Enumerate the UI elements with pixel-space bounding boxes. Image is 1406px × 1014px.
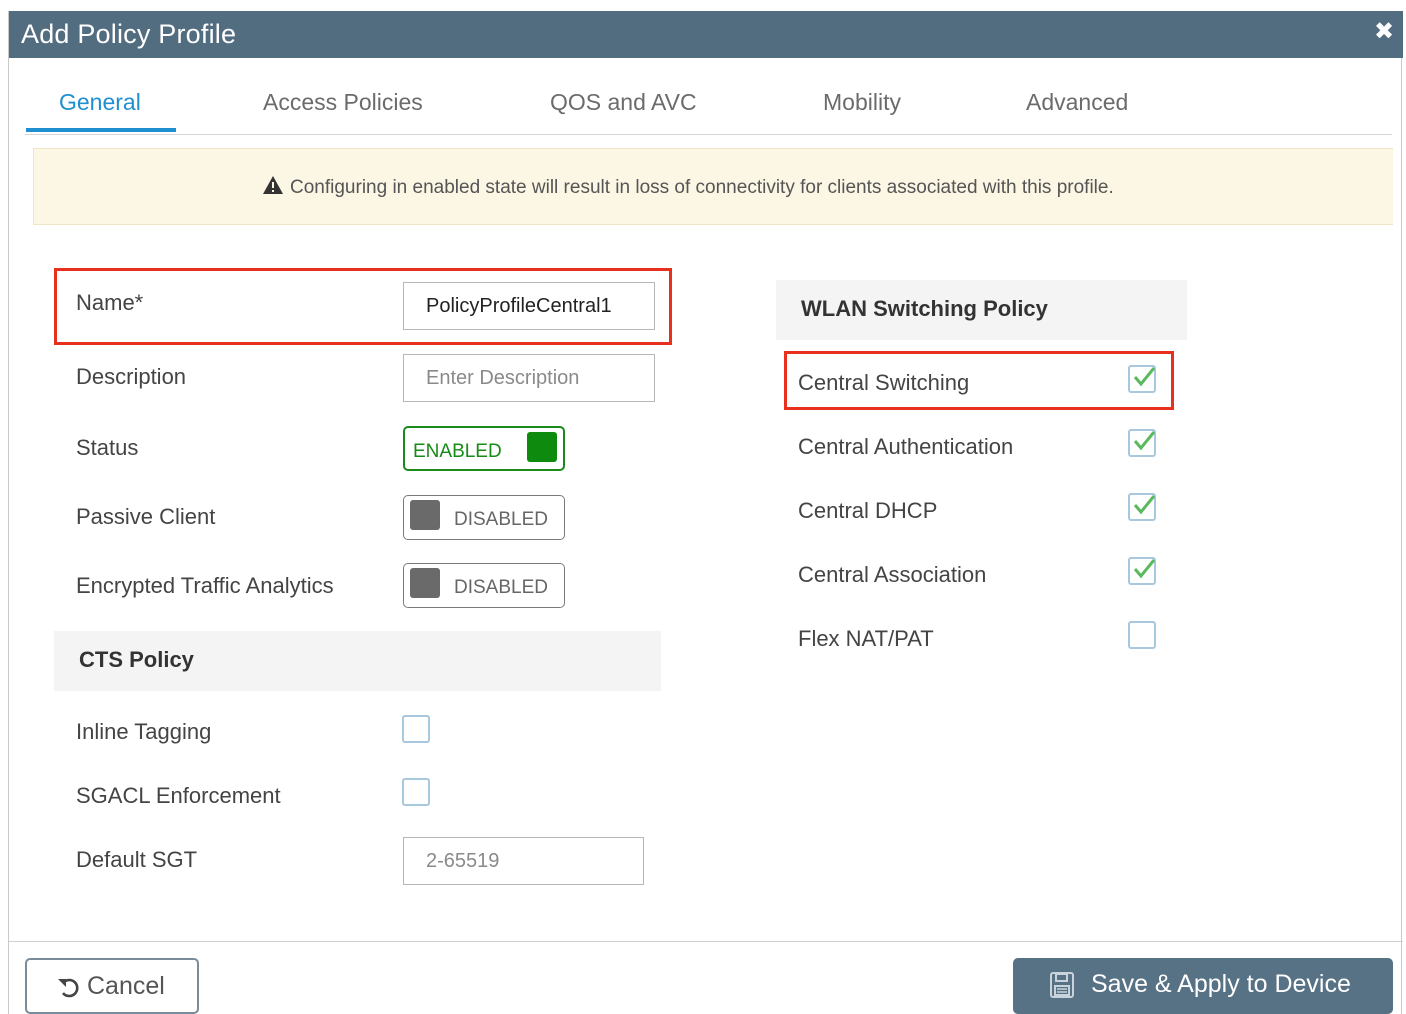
dialog-titlebar: Add Policy Profile ✖: [9, 11, 1403, 58]
flex-nat-pat-label: Flex NAT/PAT: [798, 626, 934, 651]
inline-tagging-checkbox[interactable]: [402, 715, 430, 743]
save-apply-label: Save & Apply to Device: [1091, 970, 1351, 998]
central-switching-checkbox[interactable]: [1128, 365, 1156, 393]
wlan-switching-policy-heading: WLAN Switching Policy: [801, 296, 1048, 321]
sgacl-enforcement-checkbox[interactable]: [402, 778, 430, 806]
tab-access-policies[interactable]: Access Policies: [263, 89, 423, 116]
tab-advanced[interactable]: Advanced: [1026, 89, 1128, 116]
tab-bar: General Access Policies QOS and AVC Mobi…: [25, 83, 1392, 135]
encrypted-traffic-analytics-toggle[interactable]: DISABLED: [403, 563, 565, 608]
name-field[interactable]: [403, 282, 655, 330]
default-sgt-field[interactable]: [403, 837, 644, 885]
dialog-title: Add Policy Profile: [21, 19, 237, 49]
toggle-knob: [410, 500, 440, 530]
default-sgt-label: Default SGT: [76, 847, 198, 872]
checkmark-icon: [1133, 559, 1156, 579]
save-apply-button[interactable]: Save & Apply to Device: [1013, 958, 1393, 1014]
checkmark-icon: [1133, 495, 1156, 515]
warning-text: Configuring in enabled state will result…: [290, 177, 1114, 198]
name-label: Name*: [76, 290, 144, 315]
central-dhcp-checkbox[interactable]: [1128, 493, 1156, 521]
tab-qos-and-avc[interactable]: QOS and AVC: [550, 89, 697, 116]
central-switching-label: Central Switching: [798, 370, 970, 395]
central-dhcp-label: Central DHCP: [798, 498, 938, 523]
cancel-label: Cancel: [87, 972, 165, 1000]
description-label: Description: [76, 364, 187, 389]
cancel-button[interactable]: Cancel: [25, 958, 199, 1014]
cts-policy-heading: CTS Policy: [79, 647, 194, 672]
active-tab-indicator: [26, 128, 176, 132]
save-icon: [1049, 971, 1075, 1004]
inline-tagging-label: Inline Tagging: [76, 719, 212, 744]
warning-banner: Configuring in enabled state will result…: [33, 148, 1393, 225]
checkmark-icon: [1133, 431, 1156, 451]
add-policy-profile-dialog: Add Policy Profile ✖ General Access Poli…: [8, 11, 1403, 1014]
sgacl-enforcement-label: SGACL Enforcement: [76, 783, 281, 808]
encrypted-traffic-analytics-label: Encrypted Traffic Analytics: [76, 573, 334, 598]
close-icon[interactable]: ✖: [1373, 20, 1395, 44]
warning-icon: [262, 175, 284, 195]
cts-policy-section-header: CTS Policy: [54, 631, 661, 691]
status-toggle-text: ENABLED: [413, 441, 502, 462]
central-authentication-checkbox[interactable]: [1128, 429, 1156, 457]
wlan-switching-policy-section-header: WLAN Switching Policy: [776, 280, 1187, 340]
flex-nat-pat-checkbox[interactable]: [1128, 621, 1156, 649]
description-field[interactable]: [403, 354, 655, 402]
passive-client-toggle-text: DISABLED: [454, 509, 548, 530]
encrypted-traffic-analytics-toggle-text: DISABLED: [454, 577, 548, 598]
passive-client-label: Passive Client: [76, 504, 216, 529]
tab-mobility[interactable]: Mobility: [823, 89, 901, 116]
central-association-label: Central Association: [798, 562, 987, 587]
toggle-knob: [410, 568, 440, 598]
passive-client-toggle[interactable]: DISABLED: [403, 495, 565, 540]
tab-general[interactable]: General: [59, 89, 141, 116]
status-toggle[interactable]: ENABLED: [403, 426, 565, 471]
status-label: Status: [76, 435, 139, 460]
footer-divider: [9, 941, 1403, 942]
central-authentication-label: Central Authentication: [798, 434, 1014, 459]
checkmark-icon: [1133, 367, 1156, 387]
central-association-checkbox[interactable]: [1128, 557, 1156, 585]
undo-icon: [57, 975, 81, 1004]
toggle-knob: [527, 432, 557, 462]
